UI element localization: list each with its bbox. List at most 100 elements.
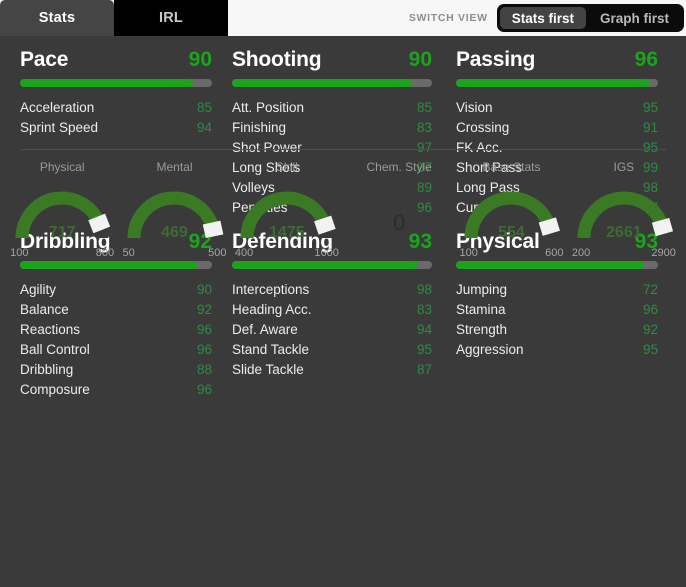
gauge-scale: 100 800 (10, 247, 114, 259)
tab-irl[interactable]: IRL (114, 0, 228, 36)
stat-value: 85 (416, 100, 432, 115)
stat-value: 95 (642, 342, 658, 357)
stat-row: FK Acc. 95 (456, 138, 658, 158)
stat-name: Strength (456, 322, 508, 337)
gauges-row: Physical 717 100 800 Mental 469 50 500 Skill 1475… (0, 160, 686, 259)
stat-row: Acceleration 85 (20, 98, 212, 118)
stat-value: 72 (642, 282, 658, 297)
gauge-max: 600 (545, 247, 564, 259)
gauge-max: 800 (95, 247, 115, 259)
gauge-title: Chem. Style (366, 160, 432, 174)
stat-value: 87 (416, 362, 432, 377)
tab-stats[interactable]: Stats (0, 0, 114, 36)
stat-value: 96 (196, 322, 212, 337)
gauge-scale: 100 600 (459, 247, 563, 259)
stat-name: Sprint Speed (20, 120, 99, 135)
stat-name: Vision (456, 100, 493, 115)
stat-row: Aggression 95 (456, 340, 658, 360)
gauge-max: 1600 (314, 247, 339, 259)
stat-row: Vision 95 (456, 98, 658, 118)
stat-row: Jumping 72 (456, 280, 658, 300)
gauge-value: 2661 (606, 224, 642, 241)
gauge-scale: 200 2900 (572, 247, 676, 259)
stat-value: 95 (642, 140, 658, 155)
stat-row: Balance 92 (20, 300, 212, 320)
category-header: Pace 90 (20, 48, 212, 72)
stat-name: Shot Power (232, 140, 302, 155)
stat-name: Composure (20, 382, 90, 397)
gauge-value: 469 (161, 224, 188, 241)
gauge-value: 1475 (269, 224, 305, 241)
gauge-arc: 2661 (572, 184, 676, 246)
stat-row: Heading Acc. 83 (232, 300, 432, 320)
gauge-igs: IGS 2661 200 2900 (568, 160, 680, 259)
category-progress-fill (456, 261, 644, 269)
stat-value: 83 (416, 120, 432, 135)
stat-row: Agility 90 (20, 280, 212, 300)
stat-name: Reactions (20, 322, 81, 337)
stat-value: 96 (196, 342, 212, 357)
gauge-scale: 50 500 (122, 247, 226, 259)
stat-value: 88 (196, 362, 212, 377)
stat-row: Shot Power 97 (232, 138, 432, 158)
stat-name: Att. Position (232, 100, 305, 115)
stat-row: Def. Aware 94 (232, 320, 432, 340)
stats-body: Pace 90 Acceleration 85 Sprint Speed 94 Shooti… (0, 36, 686, 587)
category-rating: 96 (634, 48, 658, 71)
stat-name: Acceleration (20, 100, 95, 115)
stat-value: 92 (642, 322, 658, 337)
gauge-arc: 469 (122, 184, 226, 246)
stat-row: Composure 96 (20, 380, 212, 400)
gauge-physical: Physical 717 100 800 (6, 160, 118, 259)
category-progress-fill (20, 261, 197, 269)
category-name: Passing (456, 48, 536, 71)
stat-value: 95 (642, 100, 658, 115)
gauge-title: Base Stats (482, 160, 541, 174)
gauge-min: 50 (122, 247, 135, 259)
stat-row: Reactions 96 (20, 320, 212, 340)
category-progress-bar (456, 261, 658, 269)
category-rating: 90 (188, 48, 212, 71)
gauge-arc: 717 (10, 184, 114, 246)
gauge-max: 500 (208, 247, 227, 259)
section-divider (20, 149, 666, 150)
category-name: Pace (20, 48, 69, 71)
gauge-skill: Skill 1475 400 1600 (231, 160, 343, 259)
category-name: Shooting (232, 48, 322, 71)
stat-value: 91 (642, 120, 658, 135)
stat-value: 94 (416, 322, 432, 337)
switch-view-area: SWITCH VIEW Stats first Graph first (228, 0, 686, 36)
category-progress-fill (456, 79, 650, 87)
category-progress-bar (456, 79, 658, 87)
stat-name: Dribbling (20, 362, 74, 377)
main-tabs: Stats IRL (0, 0, 228, 36)
stat-name: Aggression (456, 342, 524, 357)
stat-name: Def. Aware (232, 322, 298, 337)
stat-value: 90 (196, 282, 212, 297)
view-option-stats-first[interactable]: Stats first (499, 7, 586, 29)
stat-row: Ball Control 96 (20, 340, 212, 360)
stat-name: Ball Control (20, 342, 90, 357)
gauge-chem-style: Chem. Style 0 (343, 160, 455, 259)
stat-value: 85 (196, 100, 212, 115)
gauge-value: 717 (48, 224, 76, 241)
stat-value: 96 (642, 302, 658, 317)
gauge-min: 100 (10, 247, 29, 259)
stat-value: 92 (196, 302, 212, 317)
category-progress-bar (232, 261, 432, 269)
stat-name: Crossing (456, 120, 510, 135)
category-rating: 90 (408, 48, 432, 71)
gauge-min: 200 (571, 247, 591, 259)
stat-value: 97 (416, 140, 432, 155)
gauge-min: 100 (459, 247, 478, 259)
stat-row: Dribbling 88 (20, 360, 212, 380)
gauge-value: 0 (393, 210, 406, 235)
category-progress-bar (20, 261, 212, 269)
gauge-title: Physical (39, 160, 85, 174)
stat-row: Slide Tackle 87 (232, 360, 432, 380)
stat-name: Heading Acc. (232, 302, 312, 317)
category-progress-fill (232, 261, 418, 269)
stat-value: 96 (196, 382, 212, 397)
stat-row: Strength 92 (456, 320, 658, 340)
view-option-graph-first[interactable]: Graph first (588, 7, 681, 29)
